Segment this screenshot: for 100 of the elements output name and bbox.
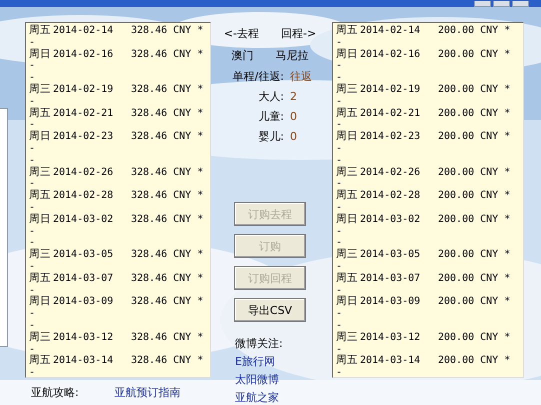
outbound-header: <-去程 <box>224 26 259 40</box>
date-text: 2014-03-07 <box>360 272 422 285</box>
price-text: 200.00 CNY * <box>438 214 510 226</box>
return-header: 回程-> <box>281 26 316 40</box>
price-text: 328.46 CNY * <box>131 272 204 285</box>
price-text: 200.00 CNY * <box>438 48 510 60</box>
date-text: 2014-02-26 <box>360 166 422 178</box>
destination-city: 马尼拉 <box>276 48 308 62</box>
date-text: 2014-02-21 <box>53 108 114 120</box>
price-text: 200.00 CNY * <box>438 108 510 120</box>
date-text: 2014-03-05 <box>53 249 114 261</box>
weekday-text: 周三 <box>336 249 359 261</box>
weekday-text: 周日 <box>336 131 359 143</box>
dash-text: - <box>29 154 36 166</box>
weibo-label: 微博关注: <box>235 336 283 351</box>
field-label: 单程/往返: <box>232 68 285 84</box>
weekday-text: 周三 <box>336 332 359 344</box>
price-text: 200.00 CNY * <box>438 25 510 37</box>
weekday-text: 周五 <box>336 272 359 285</box>
weekday-text: 周日 <box>336 214 359 226</box>
price-text: 200.00 CNY * <box>438 296 510 308</box>
dash-text: - <box>336 72 342 84</box>
field-label: 婴儿: <box>257 128 285 144</box>
weekday-text: 周五 <box>29 272 52 285</box>
dash-text: - <box>29 260 36 272</box>
dash-text: - <box>29 36 36 48</box>
dash-text: - <box>29 202 36 214</box>
dash-text: - <box>336 308 342 320</box>
dash-text: - <box>29 96 36 108</box>
field-value: 0 <box>290 110 297 122</box>
guide-label: 亚航攻略: <box>31 385 79 400</box>
date-text: 2014-02-14 <box>360 25 422 37</box>
weekday-text: 周日 <box>29 131 52 143</box>
date-text: 2014-03-12 <box>360 332 422 344</box>
date-text: 2014-02-19 <box>53 84 114 96</box>
dash-text: - <box>336 202 342 214</box>
weekday-text: 周日 <box>336 48 359 60</box>
weekday-text: 周日 <box>336 296 359 308</box>
price-text: 200.00 CNY * <box>438 249 510 261</box>
date-text: 2014-03-02 <box>360 214 422 226</box>
action-button[interactable]: 导出CSV <box>234 298 306 322</box>
weekday-text: 周五 <box>336 25 359 37</box>
maximize-button[interactable] <box>493 1 510 7</box>
price-text: 200.00 CNY * <box>438 332 510 344</box>
weekday-text: 周日 <box>29 48 52 60</box>
price-text: 200.00 CNY * <box>438 272 510 285</box>
price-text: 200.00 CNY * <box>438 190 510 202</box>
weekday-text: 周五 <box>29 355 52 368</box>
booking-guide-link[interactable]: 亚航预订指南 <box>114 385 181 400</box>
weibo-link[interactable]: 太阳微博 <box>235 372 279 387</box>
date-text: 2014-03-05 <box>360 249 422 261</box>
price-text: 328.46 CNY * <box>131 332 204 344</box>
weekday-text: 周三 <box>29 84 52 96</box>
weekday-text: 周五 <box>336 190 359 202</box>
date-text: 2014-03-09 <box>360 296 422 308</box>
field-label: 儿童: <box>257 108 285 124</box>
date-text: 2014-03-02 <box>53 214 114 226</box>
close-button[interactable] <box>512 1 529 7</box>
dash-text: - <box>336 260 342 272</box>
price-text: 328.46 CNY * <box>131 108 204 120</box>
dash-text: - <box>336 60 342 72</box>
price-text: 328.46 CNY * <box>131 214 204 226</box>
dash-text: - <box>29 60 36 72</box>
price-text: 200.00 CNY * <box>438 84 510 96</box>
field-value: 2 <box>290 90 297 102</box>
weibo-link[interactable]: 亚航之家 <box>235 390 279 405</box>
field-value: 往返 <box>290 68 312 84</box>
dash-text: - <box>29 142 36 155</box>
weekday-text: 周五 <box>29 108 52 120</box>
price-text: 328.46 CNY * <box>131 296 204 308</box>
dash-text: - <box>29 308 36 320</box>
price-text: 328.46 CNY * <box>131 355 204 368</box>
date-text: 2014-03-14 <box>53 355 114 368</box>
weekday-text: 周三 <box>336 84 359 96</box>
weekday-text: 周三 <box>29 166 52 178</box>
dash-text: - <box>336 119 342 130</box>
weekday-text: 周三 <box>336 166 359 178</box>
weekday-text: 周三 <box>29 332 52 344</box>
price-text: 328.46 CNY * <box>131 48 204 60</box>
date-text: 2014-02-28 <box>360 190 422 202</box>
dash-text: - <box>29 320 36 332</box>
date-text: 2014-02-26 <box>53 166 114 178</box>
date-text: 2014-03-12 <box>53 332 114 344</box>
price-text: 328.46 CNY * <box>131 25 204 37</box>
date-text: 2014-02-16 <box>360 48 422 60</box>
weekday-text: 周五 <box>336 355 359 368</box>
price-text: 200.00 CNY * <box>438 131 510 143</box>
dash-text: - <box>336 142 342 155</box>
field-label: 大人: <box>257 88 285 104</box>
price-text: 200.00 CNY * <box>438 355 510 368</box>
date-text: 2014-03-07 <box>53 272 114 285</box>
weibo-link[interactable]: E旅行网 <box>235 354 275 369</box>
weekday-text: 周五 <box>29 190 52 202</box>
outbound-flight-list[interactable] <box>25 22 211 378</box>
field-value: 0 <box>290 130 297 142</box>
minimize-button[interactable] <box>474 1 491 7</box>
dash-text: - <box>336 226 342 238</box>
dash-text: - <box>336 96 342 108</box>
return-flight-list[interactable] <box>332 22 524 378</box>
weekday-text: 周五 <box>336 108 359 120</box>
